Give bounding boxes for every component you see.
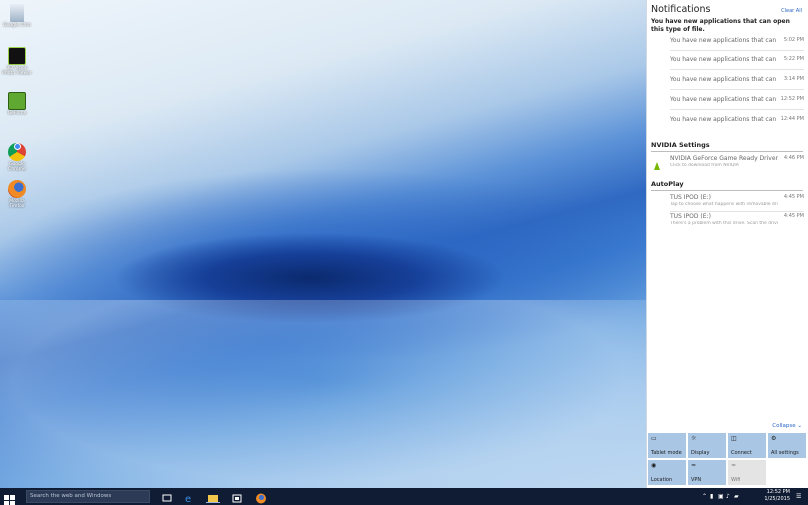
desktop-icon-2[interactable]: GeForce	[2, 92, 32, 116]
geforce-icon	[8, 92, 26, 110]
location-icon: ◉	[651, 462, 657, 469]
volume-icon[interactable]: ♪	[726, 493, 732, 500]
language-icon[interactable]: ▰	[734, 493, 740, 500]
search-input[interactable]: Search the web and Windows	[26, 490, 150, 503]
vpn-icon: ≈	[691, 462, 697, 469]
firefox-icon	[256, 493, 266, 504]
file-explorer-button[interactable]	[206, 490, 220, 503]
tile-connect[interactable]: ◫ Connect	[728, 433, 766, 458]
monitor-icon: ◫	[731, 435, 737, 442]
notification-item[interactable]: You have new applications that can ope 5…	[670, 56, 804, 66]
notification-item[interactable]: You have new applications that can ope 3…	[670, 76, 804, 86]
recycle-bin-icon	[10, 4, 24, 22]
clear-all-link[interactable]: Clear All	[781, 8, 802, 14]
nvidia-icon	[652, 156, 662, 170]
start-button[interactable]	[4, 491, 15, 505]
desktop-icon-3[interactable]: Google Chrome	[2, 137, 32, 172]
divider	[651, 151, 803, 152]
taskbar: Search the web and Windows e ⌃ ▮ ▣ ♪ ▰ 1…	[0, 488, 808, 505]
divider	[651, 190, 803, 191]
action-center-panel: Notifications Clear All You have new app…	[646, 0, 808, 488]
wifi-icon: ≈	[731, 462, 737, 469]
windows-logo-icon	[4, 495, 15, 505]
divider	[670, 69, 804, 70]
system-tray: ⌃ ▮ ▣ ♪ ▰ 12:52 PM 1/25/2015 ☰	[702, 488, 808, 505]
tile-vpn[interactable]: ≈ VPN	[688, 460, 726, 485]
desktop-icon-4[interactable]: Mozilla Firefox	[2, 180, 32, 209]
divider	[670, 50, 804, 51]
usb-icon[interactable]: ▮	[710, 493, 716, 500]
desktop-icon-0[interactable]: Google Chro	[2, 4, 32, 28]
tile-tablet-mode[interactable]: ▭ Tablet mode	[648, 433, 686, 458]
tile-wifi[interactable]: ≈ Wifi	[728, 460, 766, 485]
firefox-taskbar-button[interactable]	[254, 490, 268, 504]
svg-text:e: e	[185, 494, 191, 505]
group-title-autoplay[interactable]: AutoPlay	[651, 180, 684, 188]
gear-icon: ⚙	[771, 435, 777, 442]
firefox-icon	[8, 180, 26, 198]
notification-item[interactable]: You have new applications that can op 12…	[670, 96, 804, 106]
nvidia-notification[interactable]: NVIDIA GeForce Game Ready Driver is a Cl…	[670, 155, 804, 168]
divider	[670, 211, 804, 212]
store-button[interactable]	[230, 490, 244, 503]
tile-display[interactable]: ☼ Display	[688, 433, 726, 458]
store-icon	[232, 494, 242, 503]
notification-item[interactable]: You have new applications that can ope 5…	[670, 37, 804, 47]
up-arrow-icon[interactable]: ⌃	[702, 493, 708, 500]
divider	[670, 109, 804, 110]
divider	[670, 89, 804, 90]
collapse-button[interactable]: Collapse ⌄	[772, 423, 802, 429]
sun-icon: ☼	[691, 435, 697, 442]
task-view-icon	[162, 494, 172, 502]
3d-vision-icon	[8, 47, 26, 65]
tablet-icon: ▭	[651, 435, 657, 442]
notifications-title: Notifications	[651, 4, 711, 15]
autoplay-notification[interactable]: TUS IPOD (E:) There's a problem with thi…	[670, 213, 804, 226]
desktop-icon-1[interactable]: 3D Vision Photo Viewer	[2, 47, 32, 76]
task-view-button[interactable]	[160, 490, 174, 503]
notification-header-message: You have new applications that can open …	[651, 18, 790, 33]
chrome-icon	[8, 142, 26, 161]
tile-location[interactable]: ◉ Location	[648, 460, 686, 485]
notification-item[interactable]: You have new applications that can op 12…	[670, 116, 804, 126]
chevron-down-icon: ⌄	[797, 423, 802, 429]
desktop-wallpaper: Google Chro 3D Vision Photo Viewer GeFor…	[0, 0, 646, 488]
edge-icon: e	[185, 494, 191, 505]
network-icon[interactable]: ▣	[718, 493, 724, 500]
folder-icon	[208, 495, 218, 502]
taskbar-clock[interactable]: 12:52 PM 1/25/2015	[764, 489, 790, 503]
autoplay-notification[interactable]: TUS IPOD (E:) Tap to choose what happens…	[670, 194, 804, 207]
tile-all-settings[interactable]: ⚙ All settings	[768, 433, 806, 458]
edge-button[interactable]: e	[182, 490, 196, 505]
group-title-nvidia[interactable]: NVIDIA Settings	[651, 141, 710, 149]
action-center-icon[interactable]: ☰	[796, 493, 802, 500]
